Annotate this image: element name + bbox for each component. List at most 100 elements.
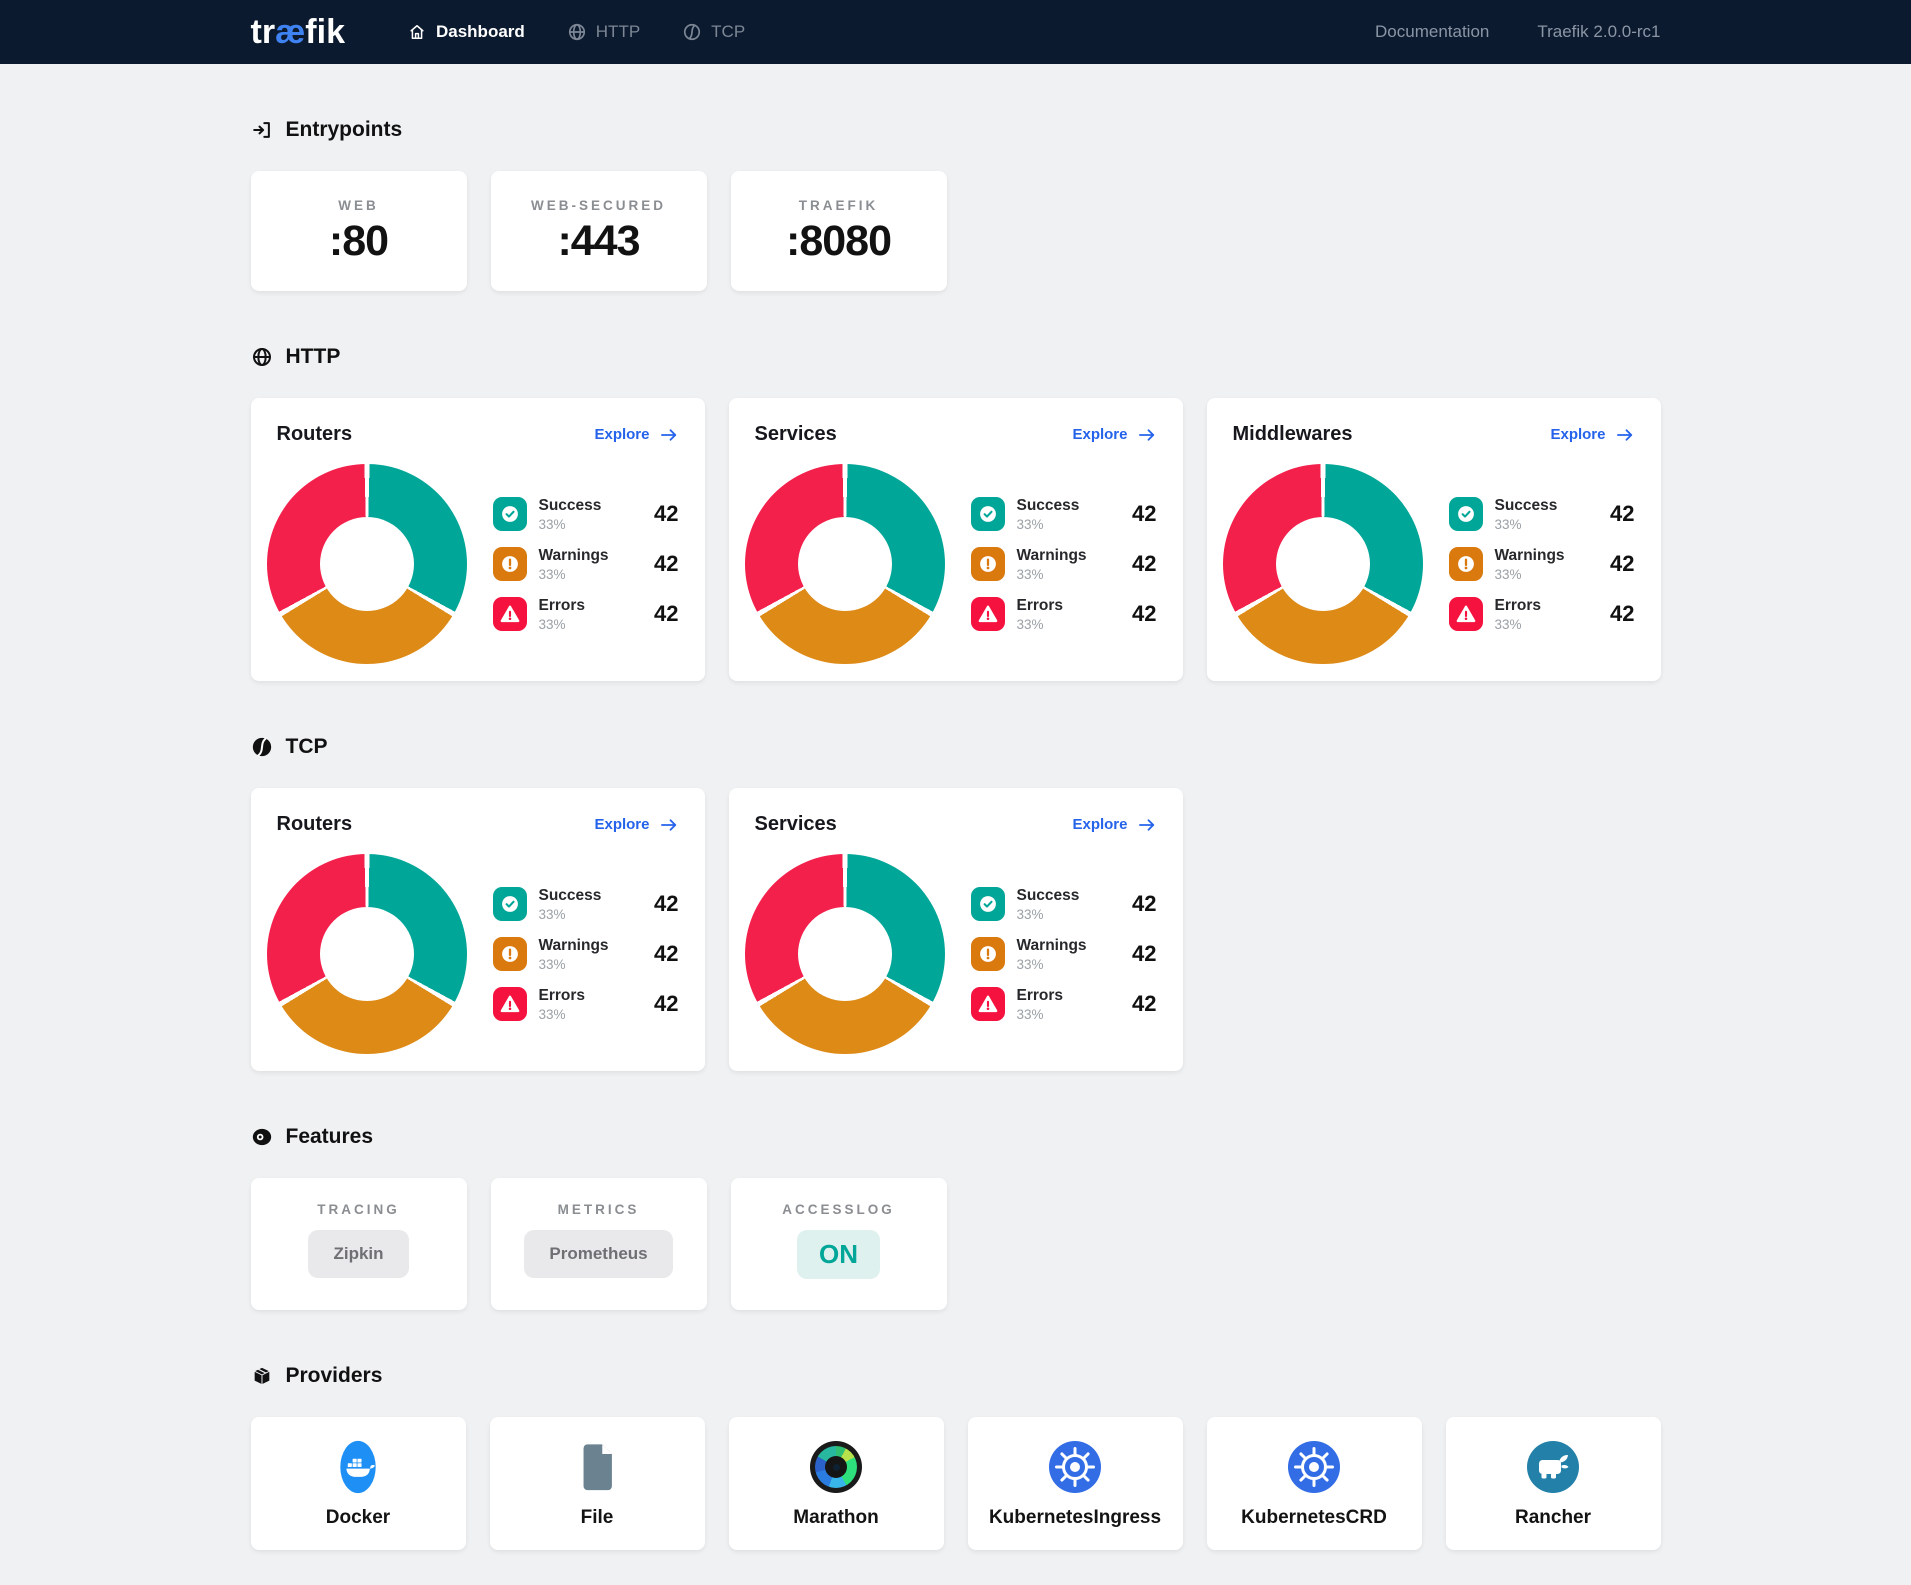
chart-card-header: Routers Explore [251, 398, 705, 446]
warning-icon [493, 547, 527, 581]
nav-item-tcp[interactable]: TCP [682, 22, 745, 42]
stat-percent: 33% [539, 617, 586, 632]
feature-status-chip: Zipkin [308, 1230, 408, 1278]
stat-text: Warnings 33% [1495, 547, 1565, 582]
stat-label: Warnings [1495, 547, 1565, 565]
legend-row-warnings: Warnings 33% 42 [971, 932, 1157, 976]
entrypoint-port: :8080 [731, 217, 947, 266]
logo-text-post: fik [305, 13, 345, 51]
stat-label: Success [539, 887, 602, 905]
rancher-icon [1446, 1439, 1661, 1495]
stat-label: Errors [539, 597, 586, 615]
feature-card: TRACING Zipkin [251, 1178, 467, 1310]
marathon-icon [729, 1439, 944, 1495]
documentation-link[interactable]: Documentation [1375, 22, 1489, 42]
chart-legend: Success 33% 42 Warnings 33% 42 [971, 492, 1157, 642]
explore-link[interactable]: Explore [594, 815, 678, 835]
stat-value: 42 [654, 991, 678, 1017]
explore-link[interactable]: Explore [1072, 815, 1156, 835]
logo-text-ae: æ [275, 13, 305, 51]
success-icon [493, 497, 527, 531]
chart-card-title: Routers [277, 813, 353, 836]
explore-link[interactable]: Explore [594, 425, 678, 445]
stat-label: Success [539, 497, 602, 515]
legend-row-warnings: Warnings 33% 42 [971, 542, 1157, 586]
section-http: HTTP Routers Explore Success 33% [251, 345, 1661, 681]
chart-card-title: Services [755, 423, 837, 446]
provider-name: Marathon [729, 1507, 944, 1529]
stat-value: 42 [654, 941, 678, 967]
stat-percent: 33% [1017, 1007, 1064, 1022]
cube-icon [251, 1365, 273, 1387]
tcp-icon [682, 22, 702, 42]
stat-label: Errors [1017, 597, 1064, 615]
disc-icon [251, 1126, 273, 1148]
legend-row-success: Success 33% 42 [971, 492, 1157, 536]
provider-name: Docker [251, 1507, 466, 1529]
stat-percent: 33% [539, 567, 609, 582]
stat-value: 42 [1132, 551, 1156, 577]
explore-link[interactable]: Explore [1550, 425, 1634, 445]
chart-card: Services Explore Success 33% 42 [729, 398, 1183, 681]
section-providers: Providers Docker File Marathon Kubernete… [251, 1364, 1661, 1550]
entrypoint-name: WEB-SECURED [491, 198, 707, 213]
donut-chart [267, 464, 467, 664]
version-label: Traefik 2.0.0-rc1 [1537, 22, 1660, 42]
stat-value: 42 [1132, 601, 1156, 627]
nav-item-http[interactable]: HTTP [567, 22, 640, 42]
stat-percent: 33% [1017, 957, 1087, 972]
stat-percent: 33% [539, 1007, 586, 1022]
nav-items: Dashboard HTTP TCP [407, 22, 745, 42]
legend-row-success: Success 33% 42 [971, 882, 1157, 926]
chart-card-header: Routers Explore [251, 788, 705, 836]
globe-icon [567, 22, 587, 42]
stat-label: Warnings [539, 937, 609, 955]
tcp-row: Routers Explore Success 33% 42 [251, 788, 1661, 1071]
kubernetes-icon [1207, 1439, 1422, 1495]
stat-value: 42 [654, 501, 678, 527]
stat-text: Warnings 33% [539, 937, 609, 972]
nav-item-label: TCP [711, 22, 745, 42]
stat-text: Errors 33% [1017, 597, 1064, 632]
stat-value: 42 [1610, 501, 1634, 527]
traefik-logo[interactable]: træfik [251, 13, 345, 52]
explore-link[interactable]: Explore [1072, 425, 1156, 445]
stat-text: Success 33% [539, 887, 602, 922]
arrow-right-icon [1137, 815, 1157, 835]
section-title: Features [286, 1126, 374, 1148]
legend-row-success: Success 33% 42 [493, 492, 679, 536]
stat-value: 42 [654, 891, 678, 917]
legend-row-success: Success 33% 42 [493, 882, 679, 926]
feature-card: ACCESSLOG ON [731, 1178, 947, 1310]
feature-status-chip: Prometheus [524, 1230, 672, 1278]
stat-value: 42 [1610, 601, 1634, 627]
section-title: HTTP [286, 346, 341, 368]
stat-percent: 33% [1495, 567, 1565, 582]
section-title: Providers [286, 1365, 383, 1387]
stat-percent: 33% [1017, 567, 1087, 582]
entrypoint-name: TRAEFIK [731, 198, 947, 213]
error-icon [971, 987, 1005, 1021]
nav-item-dashboard[interactable]: Dashboard [407, 22, 525, 42]
stat-value: 42 [1132, 501, 1156, 527]
entrypoint-name: WEB [251, 198, 467, 213]
stat-label: Warnings [1017, 547, 1087, 565]
providers-row: Docker File Marathon KubernetesIngress K… [251, 1417, 1661, 1550]
providers-header: Providers [251, 1364, 1661, 1388]
donut-chart [745, 464, 945, 664]
stat-text: Success 33% [1495, 497, 1558, 532]
top-navbar: træfik Dashboard HTTP TCP [0, 0, 1911, 64]
kubernetes-icon [968, 1439, 1183, 1495]
stat-percent: 33% [1017, 617, 1064, 632]
donut-chart [745, 854, 945, 1054]
error-icon [493, 597, 527, 631]
stat-value: 42 [654, 551, 678, 577]
stat-text: Success 33% [1017, 887, 1080, 922]
entrypoint-port: :80 [251, 217, 467, 266]
feature-card: METRICS Prometheus [491, 1178, 707, 1310]
provider-card: File [490, 1417, 705, 1550]
stat-percent: 33% [539, 957, 609, 972]
stat-text: Success 33% [1017, 497, 1080, 532]
chart-legend: Success 33% 42 Warnings 33% 42 [971, 882, 1157, 1032]
stat-label: Errors [1495, 597, 1542, 615]
